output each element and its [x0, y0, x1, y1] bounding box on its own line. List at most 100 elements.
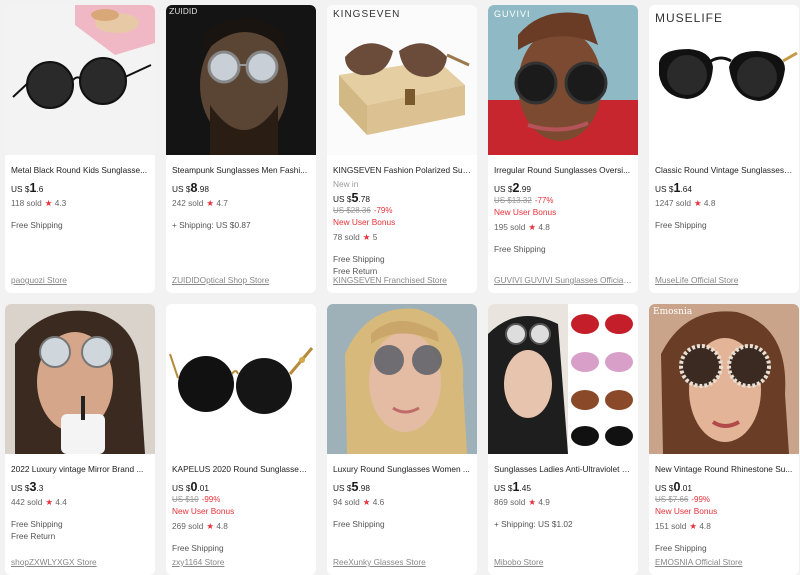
store-link[interactable]: GUVIVI GUVIVI Sunglasses Official ... [494, 275, 632, 285]
store-link[interactable]: MuseLife Official Store [655, 275, 793, 285]
shipping-info: Free Shipping [655, 542, 793, 554]
price-decimal: .64 [680, 184, 692, 194]
brand-logo-text: MUSELIFE [655, 11, 724, 25]
store-link[interactable]: ReeXunky Glasses Store [333, 557, 471, 567]
rating-value: 5 [372, 232, 378, 242]
shipping-info: Free Shipping [11, 219, 149, 231]
shipping-line: Free Shipping [494, 244, 546, 254]
product-image[interactable]: GUVIVI [488, 5, 638, 155]
new-in-tag: New in [333, 179, 359, 189]
product-image[interactable] [488, 304, 638, 454]
product-card[interactable]: KINGSEVEN KINGSEVEN Fashion Polarized Su… [327, 5, 477, 293]
product-price: US $3.3 [11, 481, 149, 494]
product-title[interactable]: Luxury Round Sunglasses Women ... [333, 464, 471, 474]
discount-badge: -99% [201, 495, 221, 504]
shipping-line: + Shipping: US $0.87 [172, 220, 251, 230]
price-currency: US $ [494, 184, 513, 194]
product-card[interactable]: Metal Black Round Kids Sunglasse... US $… [5, 5, 155, 293]
original-price: US $7.66 -99% [655, 495, 793, 504]
sales-rating: 151 sold ★ 4.8 [655, 521, 793, 532]
star-icon: ★ [693, 198, 702, 208]
shipping-info: + Shipping: US $1.02 [494, 518, 632, 530]
shipping-info: Free Shipping [172, 542, 310, 554]
product-image[interactable] [327, 304, 477, 454]
new-user-bonus: New User Bonus [172, 506, 235, 516]
product-title[interactable]: Metal Black Round Kids Sunglasse... [11, 165, 149, 175]
store-link[interactable]: EMOSNIA Official Store [655, 557, 793, 567]
original-price: US $28.36 -79% [333, 206, 471, 215]
product-image[interactable]: ZUIDID [166, 5, 316, 155]
shipping-info: Free Shipping [494, 243, 632, 255]
product-card[interactable]: 2022 Luxury vintage Mirror Brand ... US … [5, 304, 155, 575]
product-image[interactable] [5, 5, 155, 155]
shipping-line: Free Shipping [11, 220, 63, 230]
product-title[interactable]: KINGSEVEN Fashion Polarized Sun... [333, 165, 471, 175]
product-title[interactable]: New Vintage Round Rhinestone Su... [655, 464, 793, 474]
store-link[interactable]: KINGSEVEN Franchised Store [333, 275, 471, 285]
product-price: US $1.45 [494, 481, 632, 494]
shipping-line: Free Shipping [655, 220, 707, 230]
price-decimal: .01 [197, 483, 209, 493]
product-price: US $5.78 [333, 192, 471, 205]
price-currency: US $ [494, 483, 513, 493]
product-image[interactable] [166, 304, 316, 454]
product-card[interactable]: ZUIDID Steampunk Sunglasses Men Fashi...… [166, 5, 316, 293]
shipping-line: Free Shipping [172, 543, 224, 553]
product-card[interactable]: MUSELIFE Classic Round Vintage Sunglasse… [649, 5, 799, 293]
star-icon: ★ [206, 198, 214, 208]
product-title[interactable]: Steampunk Sunglasses Men Fashi... [172, 165, 310, 175]
product-image[interactable] [5, 304, 155, 454]
shipping-info: Free Shipping [655, 219, 793, 231]
price-decimal: .3 [36, 483, 44, 493]
product-image[interactable]: Emosnia [649, 304, 799, 454]
shipping-line: Free Shipping [333, 519, 385, 529]
sold-count: 78 sold [333, 232, 360, 242]
sales-rating: 1247 sold ★ 4.8 [655, 198, 793, 209]
store-link[interactable]: shopZXWLYXGX Store [11, 557, 149, 567]
price-currency: US $ [655, 184, 674, 194]
sold-count: 242 sold [172, 198, 204, 208]
product-grid: Metal Black Round Kids Sunglasse... US $… [5, 5, 799, 575]
product-title[interactable]: 2022 Luxury vintage Mirror Brand ... [11, 464, 149, 474]
shipping-line: Free Shipping [11, 519, 63, 529]
product-card[interactable]: Luxury Round Sunglasses Women ... US $5.… [327, 304, 477, 575]
product-card[interactable]: Sunglasses Ladies Anti-Ultraviolet J... … [488, 304, 638, 575]
product-price: US $0.01 [172, 481, 310, 494]
shipping-info: Free Shipping Free Return [333, 253, 471, 277]
store-link[interactable]: paoguozi Store [11, 275, 149, 285]
product-title[interactable]: Sunglasses Ladies Anti-Ultraviolet J... [494, 464, 632, 474]
discount-badge: -77% [534, 196, 554, 205]
sold-count: 869 sold [494, 497, 526, 507]
product-card[interactable]: KAPELUS 2020 Round Sunglasses ... US $0.… [166, 304, 316, 575]
sales-rating: 442 sold ★ 4.4 [11, 497, 149, 508]
new-user-bonus: New User Bonus [655, 506, 718, 516]
rating-value: 4.9 [538, 497, 550, 507]
strikethrough-price: US $28.36 [333, 206, 371, 215]
sales-rating: 118 sold ★ 4.3 [11, 198, 149, 209]
store-link[interactable]: ZUIDIDOptical Shop Store [172, 275, 310, 285]
product-title[interactable]: Irregular Round Sunglasses Oversi... [494, 165, 632, 175]
price-currency: US $ [333, 483, 352, 493]
star-icon: ★ [528, 497, 536, 507]
brand-watermark: Emosnia [653, 307, 693, 317]
product-image[interactable]: MUSELIFE [649, 5, 799, 155]
rating-value: 4.8 [216, 521, 228, 531]
price-decimal: .98 [358, 483, 370, 493]
sales-rating: 242 sold ★ 4.7 [172, 198, 310, 209]
discount-badge: -99% [691, 495, 711, 504]
sold-count: 195 sold [494, 222, 526, 232]
product-card[interactable]: Emosnia New Vintage Round Rhinestone Su.… [649, 304, 799, 575]
price-decimal: .78 [358, 194, 370, 204]
strikethrough-price: US $7.66 [655, 495, 689, 504]
price-currency: US $ [11, 184, 30, 194]
store-link[interactable]: zxy1164 Store [172, 557, 310, 567]
product-image[interactable]: KINGSEVEN [327, 5, 477, 155]
product-price: US $1.64 [655, 182, 793, 195]
product-card[interactable]: GUVIVI Irregular Round Sunglasses Oversi… [488, 5, 638, 293]
sales-rating: 869 sold ★ 4.9 [494, 497, 632, 508]
product-title[interactable]: KAPELUS 2020 Round Sunglasses ... [172, 464, 310, 474]
product-price: US $8.98 [172, 182, 310, 195]
store-link[interactable]: Mibobo Store [494, 557, 632, 567]
product-title[interactable]: Classic Round Vintage Sunglasses ... [655, 165, 793, 175]
return-line: Free Return [11, 531, 56, 541]
